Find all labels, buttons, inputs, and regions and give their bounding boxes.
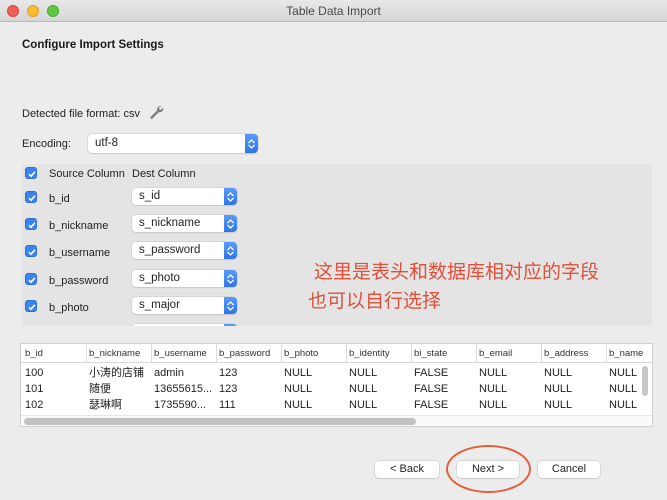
source-column-name: b_photo: [49, 302, 89, 314]
back-button[interactable]: < Back: [375, 461, 439, 478]
column-checkbox[interactable]: [25, 273, 37, 285]
mapping-header-row: Source Column Dest Column: [22, 164, 652, 184]
table-cell: NULL: [284, 383, 313, 395]
chevron-updown-icon: [224, 215, 237, 232]
column-header[interactable]: b_username: [152, 344, 217, 363]
title-bar: Table Data Import: [0, 0, 667, 22]
window-title: Table Data Import: [286, 4, 381, 18]
table-cell: 100: [25, 367, 44, 379]
column-checkbox[interactable]: [25, 300, 37, 312]
data-preview-table: b_id b_nickname b_username b_password b_phot…: [20, 343, 653, 427]
table-cell: 111: [219, 399, 236, 411]
dest-column-value: s_photo: [139, 272, 180, 284]
dest-column-value: s_major: [139, 299, 180, 311]
encoding-label: Encoding:: [22, 138, 71, 150]
dest-column-header: Dest Column: [132, 168, 196, 180]
table-cell: NULL: [479, 399, 508, 411]
select-all-checkbox[interactable]: [25, 167, 37, 179]
encoding-select[interactable]: utf-8: [88, 134, 258, 153]
dest-column-select[interactable]: s_photo: [132, 270, 237, 287]
table-cell: FALSE: [414, 383, 449, 395]
table-row: 101 随便 13655615... 123 NULL NULL FALSE NULL NULL…: [21, 381, 652, 397]
annotation-line-2: 也可以自行选择: [308, 290, 442, 312]
table-cell: 102: [25, 399, 44, 411]
table-cell: NULL: [479, 383, 508, 395]
cancel-button[interactable]: Cancel: [538, 461, 600, 478]
table-cell: 瑟琳啊: [89, 399, 122, 411]
column-header[interactable]: b_photo: [282, 344, 347, 363]
encoding-value: utf-8: [95, 137, 119, 149]
horizontal-scrollbar-thumb[interactable]: [24, 418, 416, 425]
table-header-row: b_id b_nickname b_username b_password b_phot…: [21, 344, 652, 363]
table-cell: NULL: [544, 399, 573, 411]
chevron-updown-icon: [224, 270, 237, 287]
table-cell: 小涛的店铺: [89, 367, 144, 379]
column-header[interactable]: b_nickname: [87, 344, 152, 363]
horizontal-scrollbar[interactable]: [21, 415, 652, 426]
dest-column-select[interactable]: s_major: [132, 297, 237, 314]
column-mapping-panel: Source Column Dest Column b_id s_id b_ni…: [22, 164, 652, 326]
table-cell: NULL: [349, 367, 378, 379]
source-column-name: b_password: [49, 275, 109, 287]
table-cell: NULL: [284, 367, 313, 379]
table-row: 102 瑟琳啊 1735590... 111 NULL NULL FALSE NULL NULL…: [21, 397, 652, 413]
table-cell: 1735590...: [154, 399, 206, 411]
minimize-window-button[interactable]: [27, 5, 39, 17]
chevron-updown-icon: [224, 324, 237, 326]
table-cell: 101: [25, 383, 44, 395]
table-cell: NULL: [284, 399, 313, 411]
table-cell: NULL: [609, 399, 638, 411]
source-column-name: b_nickname: [49, 220, 109, 232]
detected-format-label: Detected file format: csv: [22, 108, 140, 120]
source-column-name: b_username: [49, 247, 111, 259]
wrench-icon[interactable]: [148, 104, 164, 120]
table-cell: NULL: [544, 367, 573, 379]
source-column-header: Source Column: [49, 168, 125, 180]
table-cell: NULL: [349, 399, 378, 411]
chevron-updown-icon: [245, 134, 258, 153]
annotation-line-1: 这里是表头和数据库相对应的字段: [314, 261, 600, 283]
column-header[interactable]: b_id: [23, 344, 87, 363]
table-cell: NULL: [544, 383, 573, 395]
column-checkbox[interactable]: [25, 218, 37, 230]
zoom-window-button[interactable]: [47, 5, 59, 17]
mapping-row: b_id s_id: [22, 188, 652, 208]
table-cell: NULL: [349, 383, 378, 395]
column-header[interactable]: b_password: [217, 344, 282, 363]
table-row: 100 小涛的店铺 admin 123 NULL NULL FALSE NULL NULL NUL…: [21, 365, 652, 381]
table-cell: FALSE: [414, 367, 449, 379]
table-cell: 123: [219, 383, 238, 395]
annotation-text: 这里是表头和数据库相对应的字段 也可以自行选择: [308, 258, 599, 316]
mapping-row: b_nickname s_nickname: [22, 215, 652, 235]
close-window-button[interactable]: [7, 5, 19, 17]
source-column-name: b_id: [49, 193, 70, 205]
chevron-updown-icon: [224, 297, 237, 314]
chevron-updown-icon: [224, 188, 237, 205]
column-header[interactable]: b_address: [542, 344, 607, 363]
page-heading: Configure Import Settings: [22, 39, 164, 51]
table-cell: admin: [154, 367, 184, 379]
column-header[interactable]: b_email: [477, 344, 542, 363]
chevron-updown-icon: [224, 242, 237, 259]
column-header[interactable]: b_name: [607, 344, 652, 363]
dest-column-select[interactable]: s_nickname: [132, 215, 237, 232]
table-cell: 随便: [89, 383, 111, 395]
dest-column-select-partial[interactable]: [132, 324, 237, 326]
column-checkbox[interactable]: [25, 245, 37, 257]
table-cell: 123: [219, 367, 238, 379]
dest-column-value: s_id: [139, 190, 161, 202]
dest-column-select[interactable]: s_password: [132, 242, 237, 259]
table-cell: NULL: [479, 367, 508, 379]
column-header[interactable]: b_identity: [347, 344, 412, 363]
dest-column-value: s_password: [139, 244, 201, 256]
next-button[interactable]: Next >: [457, 461, 519, 478]
dest-column-value: s_nickname: [139, 217, 201, 229]
vertical-scrollbar[interactable]: [642, 366, 648, 396]
table-cell: 13655615...: [154, 383, 213, 395]
column-checkbox[interactable]: [25, 191, 37, 203]
dest-column-select[interactable]: s_id: [132, 188, 237, 205]
column-header[interactable]: bi_state: [412, 344, 477, 363]
table-cell: FALSE: [414, 399, 449, 411]
